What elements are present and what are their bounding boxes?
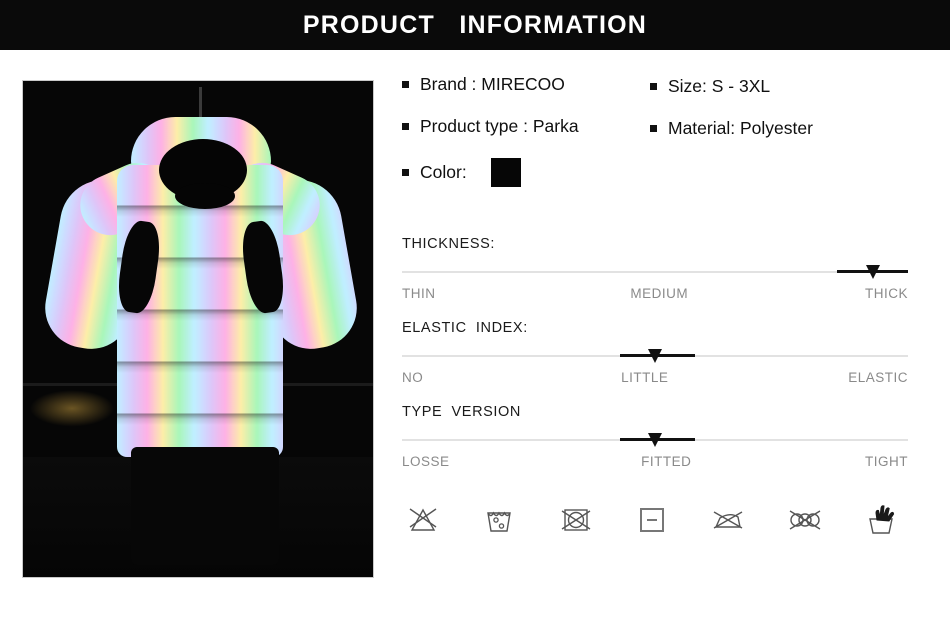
- spec-size-label: Size: S - 3XL: [668, 76, 771, 96]
- spec-material-label: Material: Polyester: [668, 118, 813, 138]
- spec-brand-label: Brand : MIRECOO: [420, 74, 565, 94]
- slider-label-high: THICK: [865, 286, 908, 301]
- do-not-dry-clean-icon: [784, 499, 826, 541]
- slider-elastic-index: ELASTIC INDEX: NO LITTLE ELASTIC: [402, 320, 908, 385]
- product-info-column: Brand : MIRECOO Product type : Parka Col…: [396, 50, 950, 630]
- bullet-icon: [650, 125, 657, 132]
- machine-wash-icon: [478, 499, 520, 541]
- slider-thickness-marker[interactable]: [865, 265, 880, 279]
- model-pants: [131, 447, 279, 565]
- slider-label-mid: FITTED: [641, 454, 692, 469]
- slider-type-version-labels: LOSSE FITTED TIGHT: [402, 454, 908, 469]
- do-not-iron-icon: [707, 499, 749, 541]
- slider-label-high: TIGHT: [865, 454, 908, 469]
- slider-elastic-labels: NO LITTLE ELASTIC: [402, 370, 908, 385]
- slider-label-mid: LITTLE: [621, 370, 669, 385]
- slider-type-version-title: TYPE VERSION: [402, 404, 521, 420]
- slider-label-high: ELASTIC: [848, 370, 908, 385]
- slider-type-version-marker[interactable]: [648, 433, 662, 447]
- do-not-bleach-icon: [402, 499, 444, 541]
- product-image-column: [0, 50, 396, 630]
- spec-product-type-label: Product type : Parka: [420, 116, 579, 136]
- slider-label-low: THIN: [402, 286, 436, 301]
- dry-flat-icon: [631, 499, 673, 541]
- slider-label-low: LOSSE: [402, 454, 450, 469]
- spec-color-label: Color:: [420, 162, 467, 182]
- page-header: PRODUCT INFORMATION: [0, 0, 950, 50]
- jacket-graphic: [35, 117, 364, 565]
- spec-brand: Brand : MIRECOO: [402, 74, 650, 95]
- slider-elastic-marker[interactable]: [648, 349, 662, 363]
- bullet-icon: [402, 169, 409, 176]
- jacket-hood-shadow: [175, 183, 235, 209]
- slider-thickness-title: THICKNESS:: [402, 236, 496, 252]
- hand-wash-icon: [860, 499, 902, 541]
- slider-thickness-labels: THIN MEDIUM THICK: [402, 286, 908, 301]
- spec-group-right: Size: S - 3XL Material: Polyester: [650, 74, 900, 208]
- do-not-tumble-dry-icon: [555, 499, 597, 541]
- spec-product-type: Product type : Parka: [402, 116, 650, 137]
- care-symbols-row: [402, 499, 908, 541]
- slider-elastic-track-area[interactable]: [402, 349, 908, 363]
- page-title: PRODUCT INFORMATION: [302, 10, 648, 39]
- slider-label-mid: MEDIUM: [630, 286, 689, 301]
- product-image: [22, 80, 374, 578]
- slider-type-version-track-area[interactable]: [402, 433, 908, 447]
- bullet-icon: [402, 123, 409, 130]
- spec-material: Material: Polyester: [650, 118, 900, 139]
- slider-label-low: NO: [402, 370, 424, 385]
- slider-elastic-title: ELASTIC INDEX:: [402, 320, 528, 336]
- spec-color: Color:: [402, 158, 650, 187]
- slider-thickness: THICKNESS: THIN MEDIUM THICK: [402, 236, 908, 301]
- spec-size: Size: S - 3XL: [650, 76, 900, 97]
- color-swatch-black[interactable]: [490, 158, 521, 187]
- bullet-icon: [650, 83, 657, 90]
- slider-track: [402, 271, 908, 273]
- bullet-icon: [402, 81, 409, 88]
- spec-list: Brand : MIRECOO Product type : Parka Col…: [402, 74, 908, 208]
- main-content: Brand : MIRECOO Product type : Parka Col…: [0, 50, 950, 630]
- slider-thickness-track-area[interactable]: [402, 265, 908, 279]
- slider-type-version: TYPE VERSION LOSSE FITTED TIGHT: [402, 404, 908, 469]
- spec-group-left: Brand : MIRECOO Product type : Parka Col…: [402, 74, 650, 208]
